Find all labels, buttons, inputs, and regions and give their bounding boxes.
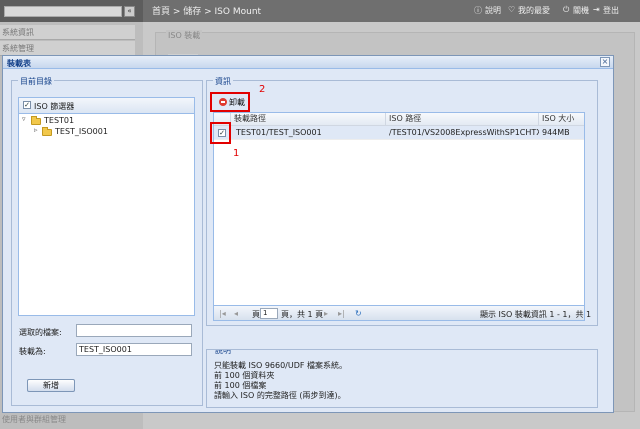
add-button[interactable]: 新增 (27, 379, 75, 392)
power-icon[interactable]: ⏻ (563, 5, 569, 15)
table-row[interactable]: ✓ TEST01/TEST_ISO001 /TEST01/VS2008Expre… (214, 126, 584, 140)
next-page-icon[interactable]: ▸ (324, 309, 328, 318)
dialog-header[interactable]: 裝載表 × (3, 56, 613, 69)
page-suffix: 頁，共 1 頁 (281, 310, 324, 319)
mount-path-cell: TEST01/TEST_ISO001 (236, 128, 322, 137)
mount-as-input[interactable]: TEST_ISO001 (76, 343, 192, 356)
folder-open-icon (31, 116, 41, 125)
sidebar-header: « (0, 0, 143, 22)
iso-size-cell: 944MB (542, 128, 570, 137)
logout-icon[interactable]: ⇥ (593, 5, 600, 14)
heart-icon[interactable]: ♡ (508, 5, 515, 14)
pagination-bar: |◂ ◂ 頁 1 頁，共 1 頁 ▸ ▸| ↻ 顯示 ISO 裝載資訊 1 - … (213, 305, 591, 321)
iso-mount-legend: ISO 裝載 (166, 30, 203, 41)
info-legend: 資訊 (213, 76, 233, 87)
breadcrumb: 首頁 > 儲存 > ISO Mount (152, 7, 262, 17)
refresh-icon[interactable]: ↻ (355, 309, 362, 318)
sidebar-item-users[interactable]: 使用者與群組管理 (0, 411, 143, 429)
column-header-mount-path[interactable]: 裝載路徑 (231, 113, 386, 125)
favorites-link[interactable]: 我的最愛 (518, 5, 550, 16)
expand-arrow-icon[interactable]: ▹ (34, 126, 38, 134)
iso-filter-label: ISO 篩選器 (34, 102, 75, 111)
page-prefix: 頁 (252, 310, 260, 319)
selected-file-input[interactable] (76, 324, 192, 337)
search-input[interactable] (4, 6, 122, 17)
description-legend: 說明 (213, 350, 233, 356)
tree-node-test01[interactable]: TEST01 (44, 116, 74, 125)
annotation-box-checkbox (210, 122, 231, 144)
mount-grid: 裝載路徑 ISO 路徑 ISO 大小 ✓ TEST01/TEST_ISO001 … (213, 112, 585, 321)
collapse-arrow-icon[interactable]: ▿ (22, 115, 26, 123)
description-line: 前 100 個資料夾 (214, 371, 275, 380)
iso-path-cell: /TEST01/VS2008ExpressWithSP1CHTX... (389, 128, 539, 137)
page-number-input[interactable]: 1 (260, 308, 278, 319)
description-text: 只能裝載 ISO 9660/UDF 檔案系統。 前 100 個資料夾 前 100… (214, 361, 574, 403)
help-icon[interactable]: ⓘ (474, 5, 482, 16)
folder-icon (42, 127, 52, 136)
shutdown-link[interactable]: 關機 (573, 5, 589, 16)
description-line: 請輸入 ISO 的完整路徑 (兩步到達)。 (214, 391, 346, 400)
tree-node-test-iso001[interactable]: TEST_ISO001 (55, 127, 108, 136)
annotation-box-unmount (210, 92, 250, 112)
screen: « 首頁 > 儲存 > ISO Mount ⓘ 說明 ♡ 我的最愛 ⏻ 關機 ⇥… (0, 0, 640, 429)
current-directory-legend: 目前目錄 (18, 76, 54, 87)
annotation-label-1: 1 (233, 148, 240, 159)
sidebar-item-system-info[interactable]: 系統資訊 (0, 25, 135, 40)
pager-summary: 顯示 ISO 裝載資訊 1 - 1，共 1 (480, 310, 592, 319)
sidebar-item-system-admin[interactable]: 系統管理 (0, 41, 135, 56)
close-icon[interactable]: × (600, 57, 610, 67)
dialog-title: 裝載表 (7, 59, 31, 68)
top-bar: « 首頁 > 儲存 > ISO Mount ⓘ 說明 ♡ 我的最愛 ⏻ 關機 ⇥… (0, 0, 640, 22)
column-header-iso-size[interactable]: ISO 大小 (539, 113, 584, 125)
description-line: 只能裝載 ISO 9660/UDF 檔案系統。 (214, 361, 348, 370)
first-page-icon[interactable]: |◂ (219, 309, 226, 318)
help-link[interactable]: 說明 (485, 5, 501, 16)
logout-link[interactable]: 登出 (603, 5, 619, 16)
last-page-icon[interactable]: ▸| (338, 309, 345, 318)
prev-page-icon[interactable]: ◂ (234, 309, 238, 318)
annotation-label-2: 2 (259, 84, 266, 95)
grid-header: 裝載路徑 ISO 路徑 ISO 大小 (214, 113, 584, 126)
selected-file-label: 選取的檔案: (19, 328, 62, 337)
column-header-iso-path[interactable]: ISO 路徑 (386, 113, 539, 125)
iso-filter-checkbox[interactable]: ✓ (23, 101, 31, 109)
collapse-icon[interactable]: « (124, 6, 135, 17)
description-line: 前 100 個檔案 (214, 381, 267, 390)
mount-as-label: 裝載為: (19, 347, 46, 356)
